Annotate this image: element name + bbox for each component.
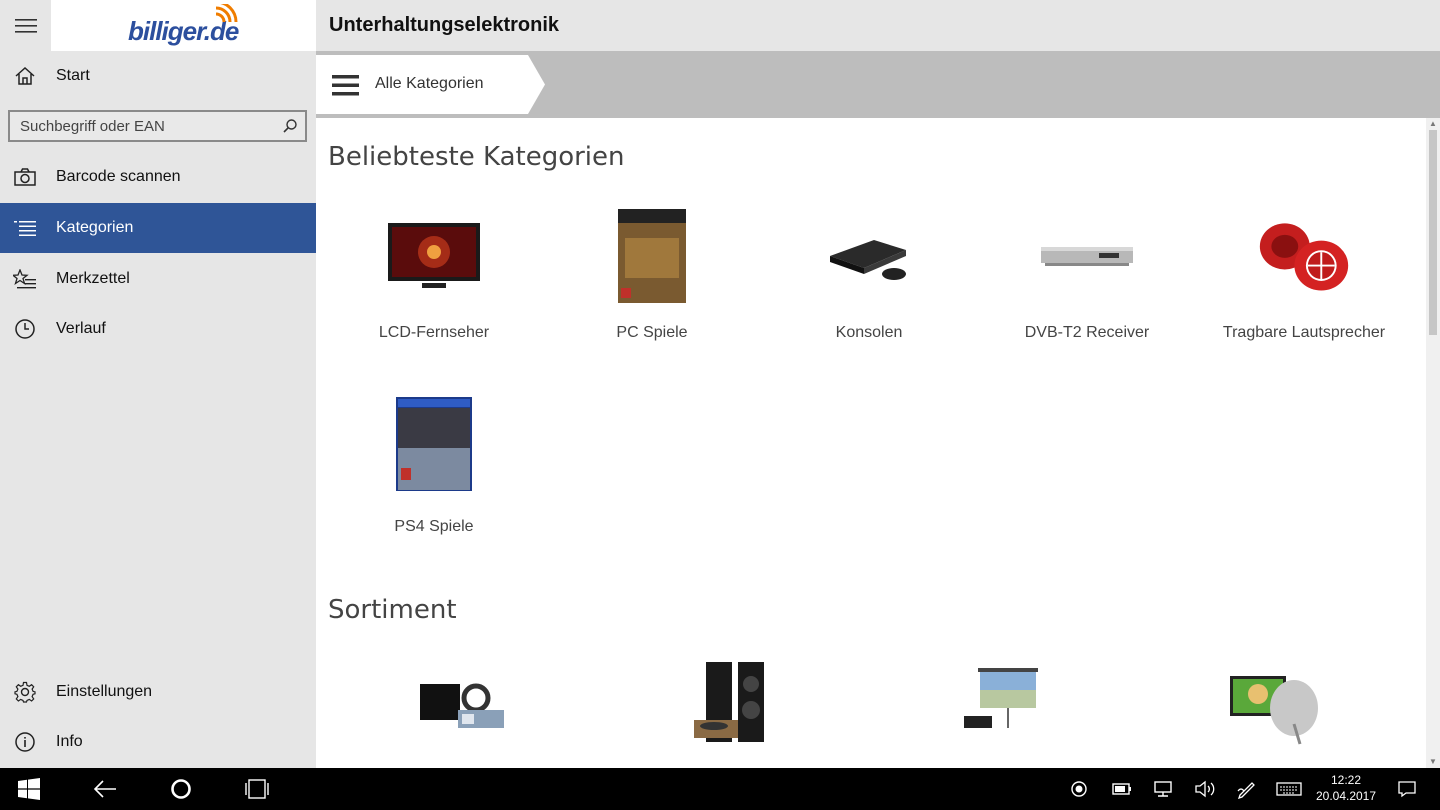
windows-logo-icon	[18, 778, 40, 800]
keyboard-icon	[1276, 782, 1302, 796]
star-list-icon	[0, 254, 50, 304]
sidebar-item-label: Kategorien	[56, 219, 134, 236]
section-title-sortiment: Sortiment	[328, 595, 457, 625]
pen-icon	[1237, 782, 1255, 799]
list-icon	[0, 203, 50, 253]
network-icon	[1154, 781, 1172, 797]
receiver-icon	[1039, 208, 1135, 304]
sidebar-item-start[interactable]: Start	[0, 51, 316, 101]
sidebar-item-verlauf[interactable]: Verlauf	[0, 304, 316, 354]
volume-icon	[1195, 780, 1215, 798]
task-view-icon	[245, 779, 269, 799]
category-tile-ps4-spiele[interactable]: PS4 Spiele	[324, 396, 544, 566]
console-icon	[821, 208, 917, 304]
category-tile-dvb-t2-receiver[interactable]: DVB-T2 Receiver	[977, 208, 1197, 378]
search-box	[8, 110, 307, 142]
notification-icon	[1398, 781, 1416, 798]
camera-icon	[0, 152, 50, 202]
cortana-circle-icon	[171, 779, 191, 799]
clock-date: 20.04.2017	[1315, 789, 1377, 803]
category-label: Tragbare Lautsprecher	[1222, 324, 1386, 341]
breadcrumb-item-alle-kategorien[interactable]: Alle Kategorien	[316, 55, 562, 114]
sidebar-item-merkzettel[interactable]: Merkzettel	[0, 254, 316, 304]
tray-keyboard-button[interactable]	[1264, 768, 1314, 810]
sidebar: billiger.de Start Barcode scannen Katego…	[0, 0, 316, 768]
category-tile-lcd-fernseher[interactable]: LCD-Fernseher	[324, 208, 544, 378]
battery-icon	[1112, 783, 1131, 795]
clock-time: 12:22	[1330, 773, 1362, 787]
category-label: PC Spiele	[616, 324, 688, 341]
gear-icon	[0, 667, 50, 717]
sidebar-item-label: Barcode scannen	[56, 168, 181, 185]
menu-icon	[332, 75, 359, 96]
sidebar-item-label: Start	[56, 67, 90, 84]
scroll-down-arrow-icon[interactable]: ▼	[1429, 758, 1437, 766]
projector-screen-icon	[964, 668, 1038, 728]
sidebar-item-einstellungen[interactable]: Einstellungen	[0, 667, 316, 717]
category-label: Konsolen	[835, 324, 903, 341]
main-content: Beliebteste Kategorien LCD-Fernseher PC …	[316, 118, 1440, 768]
scroll-up-arrow-icon[interactable]: ▲	[1429, 120, 1437, 128]
page-title: Unterhaltungselektronik	[329, 14, 560, 36]
category-label: DVB-T2 Receiver	[1024, 324, 1150, 341]
hifi-speaker-icon	[694, 662, 764, 742]
vertical-scrollbar[interactable]: ▲ ▼	[1426, 118, 1440, 768]
hamburger-menu-button[interactable]	[0, 0, 51, 51]
section-title-popular: Beliebteste Kategorien	[328, 142, 625, 172]
category-label: PS4 Spiele	[394, 518, 474, 535]
speaker-icon	[1256, 208, 1352, 304]
assortment-tile-1[interactable]	[414, 654, 510, 750]
hamburger-icon	[14, 18, 37, 33]
sidebar-item-kategorien[interactable]: Kategorien	[0, 203, 316, 253]
search-icon[interactable]	[275, 112, 305, 140]
category-tile-konsolen[interactable]: Konsolen	[759, 208, 979, 378]
breadcrumb-bar: Alle Kategorien	[316, 51, 1440, 118]
taskbar-clock[interactable]: 12:22 20.04.2017	[1310, 772, 1382, 804]
breadcrumb-label: Alle Kategorien	[375, 75, 484, 92]
sidebar-item-label: Verlauf	[56, 320, 106, 337]
logo[interactable]: billiger.de	[51, 0, 316, 51]
pc-game-box-icon	[604, 208, 700, 304]
info-icon	[0, 717, 50, 767]
action-center-button[interactable]	[1382, 768, 1432, 810]
sidebar-item-info[interactable]: Info	[0, 717, 316, 767]
svg-text:billiger.de: billiger.de	[128, 16, 239, 46]
header: Unterhaltungselektronik	[316, 0, 1440, 51]
task-view-button[interactable]	[232, 768, 282, 810]
category-tile-tragbare-lautsprecher[interactable]: Tragbare Lautsprecher	[1194, 208, 1414, 378]
tv-icon	[386, 208, 482, 304]
scrollbar-thumb[interactable]	[1429, 130, 1437, 335]
sidebar-item-barcode[interactable]: Barcode scannen	[0, 152, 316, 202]
sidebar-item-label: Info	[56, 733, 83, 750]
assortment-tile-3[interactable]	[954, 654, 1050, 750]
category-label: LCD-Fernseher	[378, 324, 490, 341]
home-icon	[0, 51, 50, 101]
start-button[interactable]	[4, 768, 54, 810]
cortana-button[interactable]	[156, 768, 206, 810]
category-tile-pc-spiele[interactable]: PC Spiele	[542, 208, 762, 378]
ps4-game-box-icon	[386, 396, 482, 492]
sidebar-item-label: Einstellungen	[56, 683, 153, 700]
taskbar: 12:22 20.04.2017	[0, 768, 1440, 810]
assortment-tile-4[interactable]	[1224, 654, 1320, 750]
back-arrow-icon	[93, 780, 116, 798]
assortment-tile-2[interactable]	[684, 654, 780, 750]
console-accessories-icon	[420, 683, 504, 728]
tv-satellite-icon	[1230, 676, 1318, 745]
billiger-logo: billiger.de	[128, 3, 239, 46]
sidebar-item-label: Merkzettel	[56, 270, 130, 287]
record-icon	[1071, 781, 1087, 797]
back-button[interactable]	[80, 768, 130, 810]
clock-icon	[0, 304, 50, 354]
search-input[interactable]	[10, 117, 275, 135]
